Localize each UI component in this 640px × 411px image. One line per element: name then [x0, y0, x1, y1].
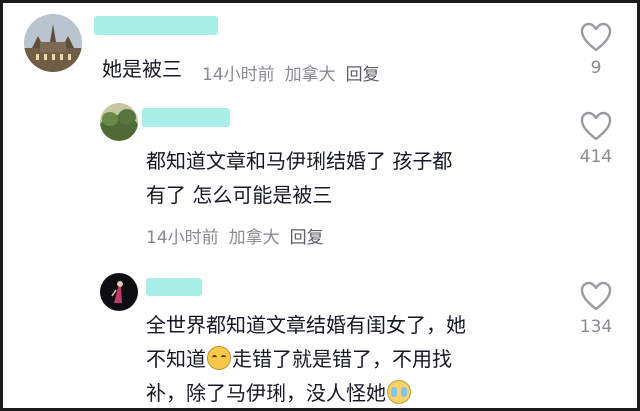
heart-outline-icon: [580, 111, 612, 141]
like-count: 414: [579, 147, 613, 167]
comment-text-line-3: 补，除了马伊琍，没人怪她: [146, 376, 412, 410]
comment-text-segment: 不知道: [146, 347, 206, 371]
comment-time: 14小时前: [202, 65, 275, 85]
comment-text: 她是被三: [102, 57, 182, 81]
landscape-avatar-icon[interactable]: [100, 103, 138, 141]
comment-location: 加拿大: [228, 228, 280, 248]
heart-outline-icon: [580, 22, 612, 52]
reply-button[interactable]: 回复: [346, 65, 380, 85]
sly-face-emoji: [207, 346, 231, 370]
comment-text-segment: 补，除了马伊琍，没人怪她: [146, 381, 386, 405]
like-button[interactable]: 414: [571, 111, 621, 167]
comment-3: 全世界都知道文章结婚有闺女了，她 不知道 走错了就是错了，不用找 补，除了马伊琍，…: [0, 265, 640, 411]
comment-text-line-1: 全世界都知道文章结婚有闺女了，她: [146, 313, 466, 337]
comment-time: 14小时前: [146, 228, 219, 248]
like-count: 9: [590, 58, 602, 78]
comment-text-line-2: 有了 怎么可能是被三: [146, 183, 333, 207]
like-button[interactable]: 9: [571, 22, 621, 78]
comment-2: 都知道文章和马伊琍结婚了 孩子都 有了 怎么可能是被三 14小时前 加拿大 回复 4…: [0, 95, 640, 255]
like-button[interactable]: 134: [571, 281, 621, 337]
comment-location: 加拿大: [284, 65, 336, 85]
reply-button[interactable]: 回复: [290, 228, 324, 248]
building-avatar-icon[interactable]: [24, 14, 82, 72]
comment-text-line-2: 不知道 走错了就是错了，不用找: [146, 342, 452, 376]
crying-face-emoji: [387, 380, 411, 404]
comment-text-segment: 走错了就是错了，不用找: [232, 347, 452, 371]
like-count: 134: [579, 317, 613, 337]
comment-1: 她是被三 14小时前 加拿大 回复 9: [0, 0, 640, 95]
heart-outline-icon: [580, 281, 612, 311]
figure-avatar-icon[interactable]: [100, 273, 138, 311]
username-redacted[interactable]: [94, 16, 218, 35]
username-redacted[interactable]: [142, 108, 230, 127]
comment-text-line-1: 都知道文章和马伊琍结婚了 孩子都: [146, 149, 453, 173]
comment-meta: 14小时前 加拿大 回复: [146, 223, 334, 248]
comment-meta: 14小时前 加拿大 回复: [202, 60, 390, 85]
username-redacted[interactable]: [146, 278, 202, 296]
